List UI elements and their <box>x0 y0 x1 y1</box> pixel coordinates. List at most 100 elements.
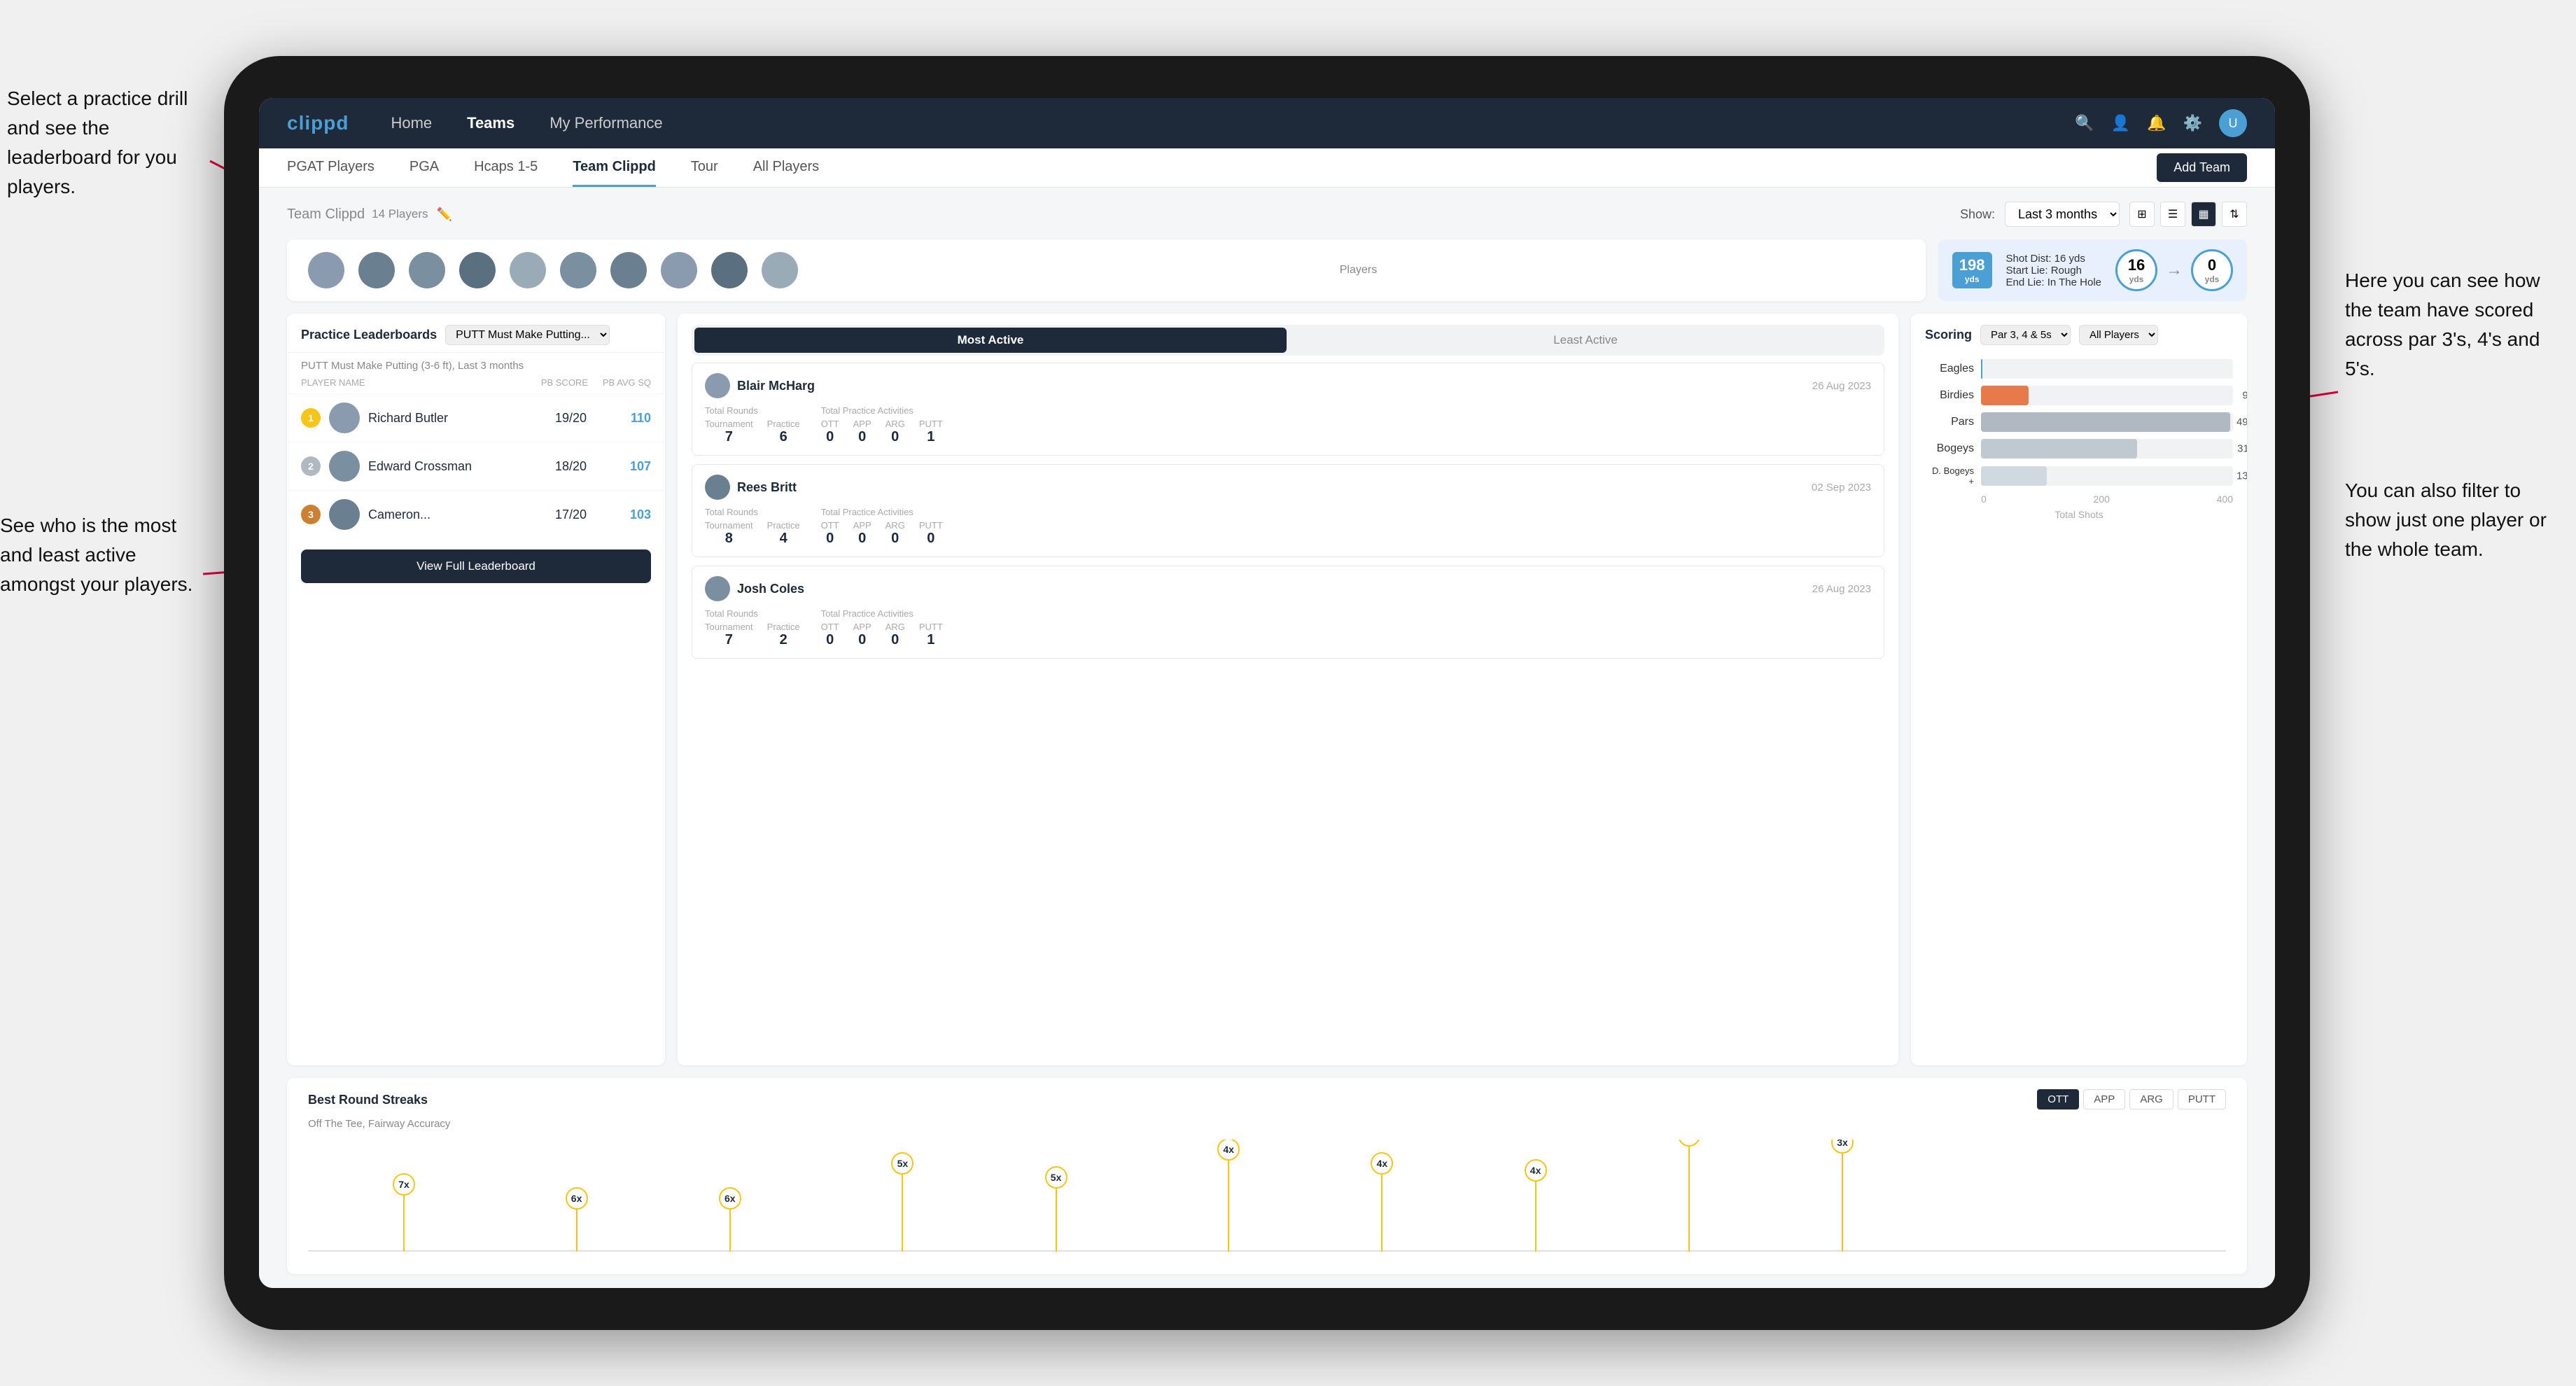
settings-icon[interactable]: ⚙️ <box>2183 114 2202 132</box>
chart-row-bogeys: Bogeys 311 <box>1925 439 2233 458</box>
chart-label-eagles: Eagles <box>1925 363 1974 375</box>
pac-rounds-group-1: Total Rounds Tournament 7 Practice <box>705 405 800 445</box>
shot-circle-1: 16 yds <box>2115 249 2157 291</box>
subnav-pga[interactable]: PGA <box>410 148 439 187</box>
subnav: PGAT Players PGA Hcaps 1-5 Team Clippd T… <box>259 148 2275 188</box>
add-team-button[interactable]: Add Team <box>2157 153 2247 182</box>
streak-filter-row: OTT APP ARG PUTT <box>2037 1089 2226 1110</box>
subnav-hcaps[interactable]: Hcaps 1-5 <box>474 148 538 187</box>
activity-tabs: Most Active Least Active <box>692 325 1884 356</box>
shot-arrow-icon: → <box>2166 260 2183 280</box>
scoring-header: Scoring Par 3, 4 & 5s All Players <box>1911 314 2247 352</box>
pac-avatar-1 <box>705 373 730 398</box>
grid-view-btn[interactable]: ⊞ <box>2129 202 2155 227</box>
filter-app[interactable]: APP <box>2083 1089 2125 1110</box>
nav-my-performance[interactable]: My Performance <box>550 114 662 132</box>
filter-putt[interactable]: PUTT <box>2178 1089 2226 1110</box>
navbar-logo: clippd <box>287 112 349 134</box>
search-icon[interactable]: 🔍 <box>2075 114 2094 132</box>
player-avatar-3[interactable] <box>409 252 445 288</box>
chart-bar-wrap-pars: 499 <box>1981 412 2233 432</box>
show-period-select[interactable]: Last 3 months Last 6 months Last year <box>2005 202 2120 227</box>
player-avatar-4[interactable] <box>459 252 496 288</box>
player-avatar-2[interactable] <box>358 252 395 288</box>
streak-stem <box>729 1210 731 1252</box>
pac-avatar-2 <box>705 475 730 500</box>
tab-least-active[interactable]: Least Active <box>1289 328 1882 353</box>
view-full-leaderboard-button[interactable]: View Full Leaderboard <box>301 550 651 583</box>
lb-avg-2: 107 <box>595 459 651 474</box>
list-view-btn[interactable]: ☰ <box>2160 202 2185 227</box>
drill-select[interactable]: PUTT Must Make Putting... <box>445 325 610 345</box>
player-avatar-8[interactable] <box>661 252 697 288</box>
subnav-pgat[interactable]: PGAT Players <box>287 148 374 187</box>
subnav-team-clippd[interactable]: Team Clippd <box>573 148 656 187</box>
leaderboard-title: Practice Leaderboards <box>301 328 437 342</box>
pac-stats-1: Total Rounds Tournament 7 Practice <box>705 405 1871 445</box>
subnav-tour[interactable]: Tour <box>691 148 718 187</box>
activity-card-2: Rees Britt 02 Sep 2023 Total Rounds Tour <box>692 464 1884 557</box>
shot-yds2-value: 0 <box>2208 256 2216 274</box>
scoring-title: Scoring <box>1925 328 1972 342</box>
filter-arg[interactable]: ARG <box>2129 1089 2174 1110</box>
annotation-left-2: See who is the most and least active amo… <box>0 511 203 599</box>
lb-col-score: PB SCORE <box>532 377 588 388</box>
lb-avg-3: 103 <box>595 507 651 522</box>
lb-row-1: 1 Richard Butler 19/20 110 <box>287 393 665 442</box>
filter-view-btn[interactable]: ⇅ <box>2222 202 2247 227</box>
lb-avatar-2 <box>329 451 360 482</box>
streak-stem <box>902 1175 903 1252</box>
streak-dot: 5x <box>1045 1166 1068 1189</box>
best-round-streaks-title: Best Round Streaks <box>308 1093 428 1107</box>
player-avatar-1[interactable] <box>308 252 344 288</box>
chart-row-birdies: Birdies 96 <box>1925 386 2233 405</box>
streak-stem <box>1688 1147 1690 1252</box>
shot-circle-2: 0 yds <box>2191 249 2233 291</box>
nav-home[interactable]: Home <box>391 114 432 132</box>
player-avatar-10[interactable] <box>762 252 798 288</box>
players-filter-select[interactable]: All Players <box>2079 325 2158 345</box>
filter-ott[interactable]: OTT <box>2037 1089 2079 1110</box>
streak-dot: 7x <box>393 1173 415 1196</box>
avatar[interactable]: U <box>2219 109 2247 137</box>
pac-activities-group-2: Total Practice Activities OTT0 APP0 ARG0… <box>821 507 943 547</box>
players-shot-row: Players 198 yds Shot Dist: 16 yds Start … <box>287 239 2247 301</box>
pac-practice-1: Practice 6 <box>767 419 800 445</box>
pac-tournament-1: Tournament 7 <box>705 419 753 445</box>
pac-name-2: Rees Britt <box>737 480 797 495</box>
edit-team-icon[interactable]: ✏️ <box>437 207 452 222</box>
player-avatar-9[interactable] <box>711 252 748 288</box>
bell-icon[interactable]: 🔔 <box>2147 114 2166 132</box>
chart-label-birdies: Birdies <box>1925 389 1974 402</box>
nav-teams[interactable]: Teams <box>467 114 514 132</box>
pac-practice-value-1: 6 <box>767 429 800 445</box>
lb-row-3: 3 Cameron... 17/20 103 <box>287 490 665 538</box>
show-label: Show: <box>1960 207 1995 222</box>
subnav-all-players[interactable]: All Players <box>753 148 819 187</box>
team-name-label: Team Clippd <box>287 206 365 223</box>
lb-rank-3: 3 <box>301 505 321 524</box>
tab-most-active[interactable]: Most Active <box>694 328 1287 353</box>
content-area: Team Clippd 14 Players ✏️ Show: Last 3 m… <box>259 188 2275 1288</box>
team-title: Team Clippd 14 Players <box>287 206 428 223</box>
pac-date-1: 26 Aug 2023 <box>1812 380 1871 392</box>
par-filter-select[interactable]: Par 3, 4 & 5s <box>1980 325 2071 345</box>
person-icon[interactable]: 👤 <box>2111 114 2130 132</box>
pac-player-1: Blair McHarg <box>705 373 815 398</box>
pac-header-1: Blair McHarg 26 Aug 2023 <box>705 373 1871 398</box>
player-avatar-7[interactable] <box>610 252 647 288</box>
player-avatar-6[interactable] <box>560 252 596 288</box>
streak-stem <box>403 1196 405 1252</box>
card-view-btn[interactable]: ▦ <box>2191 202 2216 227</box>
streak-point: 3x <box>1831 1140 1854 1252</box>
players-label: Players <box>1340 264 1377 276</box>
chart-bar-wrap-eagles: 3 <box>1981 359 2233 379</box>
pac-player-2: Rees Britt <box>705 475 797 500</box>
lb-score-2: 18/20 <box>531 459 587 474</box>
shot-yds2-label: yds <box>2205 274 2220 284</box>
scoring-chart: Eagles 3 Birdies 96 <box>1911 352 2247 1065</box>
shot-yds1-label: yds <box>2129 274 2144 284</box>
navbar: clippd Home Teams My Performance 🔍 👤 🔔 ⚙… <box>259 98 2275 148</box>
lb-columns: PLAYER NAME PB SCORE PB AVG SQ <box>287 372 665 393</box>
player-avatar-5[interactable] <box>510 252 546 288</box>
